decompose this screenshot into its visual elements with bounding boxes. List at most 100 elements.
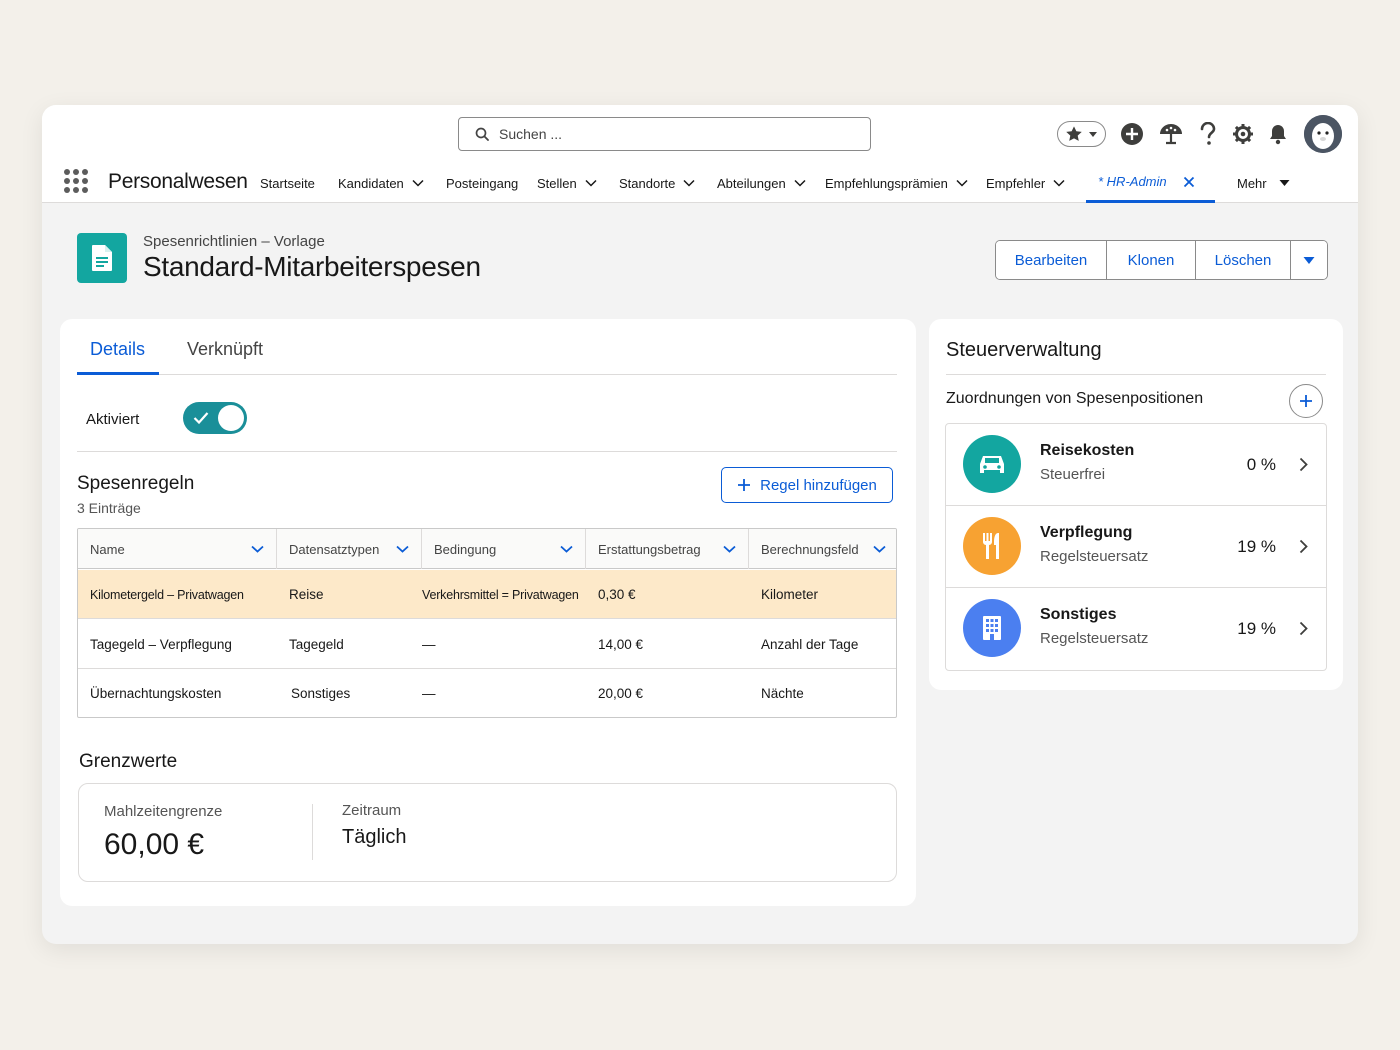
delete-button[interactable]: Löschen [1196,241,1291,279]
nav-item-empfehler[interactable]: Empfehler [986,163,1065,203]
tab-related[interactable]: Verknüpft [187,339,263,360]
nav-label: Empfehlungsprämien [825,175,948,191]
cell-record-type: Reise [289,587,324,602]
nav-item-kandidaten[interactable]: Kandidaten [338,163,424,203]
app-window: Suchen ... Personalwesen Startseite Kand… [42,105,1358,944]
setup-button[interactable] [1232,123,1254,145]
global-add-button[interactable] [1120,122,1144,146]
nav-item-abteilungen[interactable]: Abteilungen [717,163,806,203]
car-icon [963,435,1021,493]
header-utility-icons [1043,115,1342,153]
chevron-down-icon [585,179,597,187]
list-item[interactable]: Reisekosten Steuerfrei 0 % [946,424,1326,506]
column-label: Datensatztypen [289,541,380,557]
limits-box: Mahlzeitengrenze 60,00 € Zeitraum Täglic… [78,783,897,882]
help-button[interactable] [1198,122,1218,146]
table-row[interactable]: Kilometergeld – Privatwagen Reise Verkeh… [78,570,896,619]
cell-condition: Verkehrsmittel = Privatwagen [422,587,579,602]
table-row[interactable]: Übernachtungskosten Sonstiges — 20,00 € … [78,669,896,717]
chevron-down-icon [1089,132,1098,137]
nav-label: Standorte [619,175,676,191]
check-icon [193,412,209,425]
setup-gear-icon [1233,124,1253,144]
chevron-down-icon[interactable] [873,545,886,553]
close-icon[interactable] [1183,176,1195,188]
add-mapping-button[interactable] [1289,384,1323,418]
trailhead-icon [1160,124,1182,145]
add-rule-label: Regel hinzufügen [760,476,877,494]
chevron-down-icon[interactable] [560,545,573,553]
clone-button[interactable]: Klonen [1107,241,1196,279]
chevron-right-icon[interactable] [1299,539,1308,554]
search-placeholder: Suchen ... [499,126,563,142]
fork-knife-icon [963,517,1021,575]
table-row[interactable]: Tagegeld – Verpflegung Tagegeld — 14,00 … [78,620,896,669]
add-icon [1121,123,1143,145]
plus-icon [738,479,751,491]
chevron-down-icon [794,179,806,187]
chevron-down-icon[interactable] [396,545,409,553]
cell-amount: 0,30 € [598,587,636,602]
global-search-input[interactable]: Suchen ... [458,117,871,151]
cell-name: Tagegeld – Verpflegung [90,637,232,652]
app-name: Personalwesen [108,170,248,193]
notifications-button[interactable] [1268,123,1288,145]
notifications-bell-icon [1270,125,1286,145]
nav-label: Startseite [260,175,315,191]
list-item[interactable]: Verpflegung Regelsteuersatz 19 % [946,506,1326,588]
app-launcher-icon[interactable] [64,169,88,193]
tax-item-name: Verpflegung [1040,524,1133,541]
divider [312,804,313,860]
cell-amount: 20,00 € [598,686,644,701]
search-icon [475,127,489,141]
tax-item-desc: Regelsteuersatz [1040,630,1149,647]
tab-details[interactable]: Details [90,339,145,360]
column-header-datensatztypen[interactable]: Datensatztypen [277,529,422,569]
tax-item-name: Sonstiges [1040,606,1117,623]
column-header-berechnungsfeld[interactable]: Berechnungsfeld [749,529,896,569]
chevron-right-icon[interactable] [1299,621,1308,636]
nav-item-standorte[interactable]: Standorte [619,163,695,203]
tab-label: * HR-Admin [1098,174,1167,189]
chevron-right-icon[interactable] [1299,457,1308,472]
add-rule-button[interactable]: Regel hinzufügen [721,467,893,503]
trailhead-button[interactable] [1158,122,1184,146]
avatar[interactable] [1304,115,1342,153]
column-header-name[interactable]: Name [78,529,277,569]
column-header-erstattungsbetrag[interactable]: Erstattungsbetrag [586,529,749,569]
more-actions-button[interactable] [1291,241,1327,279]
list-item[interactable]: Sonstiges Regelsteuersatz 19 % [946,588,1326,670]
cell-calc-field: Anzahl der Tage [761,637,859,652]
building-icon [963,599,1021,657]
cell-name: Kilometergeld – Privatwagen [90,587,244,602]
divider [946,374,1326,375]
chevron-down-icon[interactable] [723,545,736,553]
column-label: Erstattungsbetrag [598,541,701,557]
nav-label: Empfehler [986,175,1046,191]
column-header-bedingung[interactable]: Bedingung [422,529,586,569]
active-tab-indicator [77,372,159,375]
nav-item-empfehlungspraemien[interactable]: Empfehlungsprämien [825,163,968,203]
tax-card-subtitle: Zuordnungen von Spesenpositionen [946,390,1204,407]
favorites-button[interactable] [1057,121,1106,147]
nav-item-stellen[interactable]: Stellen [537,163,597,203]
column-label: Bedingung [434,541,497,557]
active-toggle[interactable] [183,402,247,434]
edit-button[interactable]: Bearbeiten [996,241,1107,279]
tax-card: Steuerverwaltung Zuordnungen von Spesenp… [929,319,1343,690]
tab-hr-admin[interactable]: * HR-Admin [1086,163,1215,203]
tax-mapping-list: Reisekosten Steuerfrei 0 % Verpflegung R… [945,423,1327,671]
cell-name: Übernachtungskosten [90,686,222,701]
tax-card-title: Steuerverwaltung [946,339,1102,361]
meal-limit-value: 60,00 € [104,828,205,861]
toggle-knob [218,405,244,431]
nav-more-menu[interactable]: Mehr [1237,163,1290,203]
star-icon [1066,126,1082,141]
nav-item-startseite[interactable]: Startseite [260,163,315,203]
divider [77,451,897,452]
nav-item-posteingang[interactable]: Posteingang [446,163,518,203]
chevron-down-icon[interactable] [251,545,264,553]
cell-amount: 14,00 € [598,637,644,652]
column-label: Berechnungsfeld [761,541,859,557]
chevron-down-icon [683,179,695,187]
